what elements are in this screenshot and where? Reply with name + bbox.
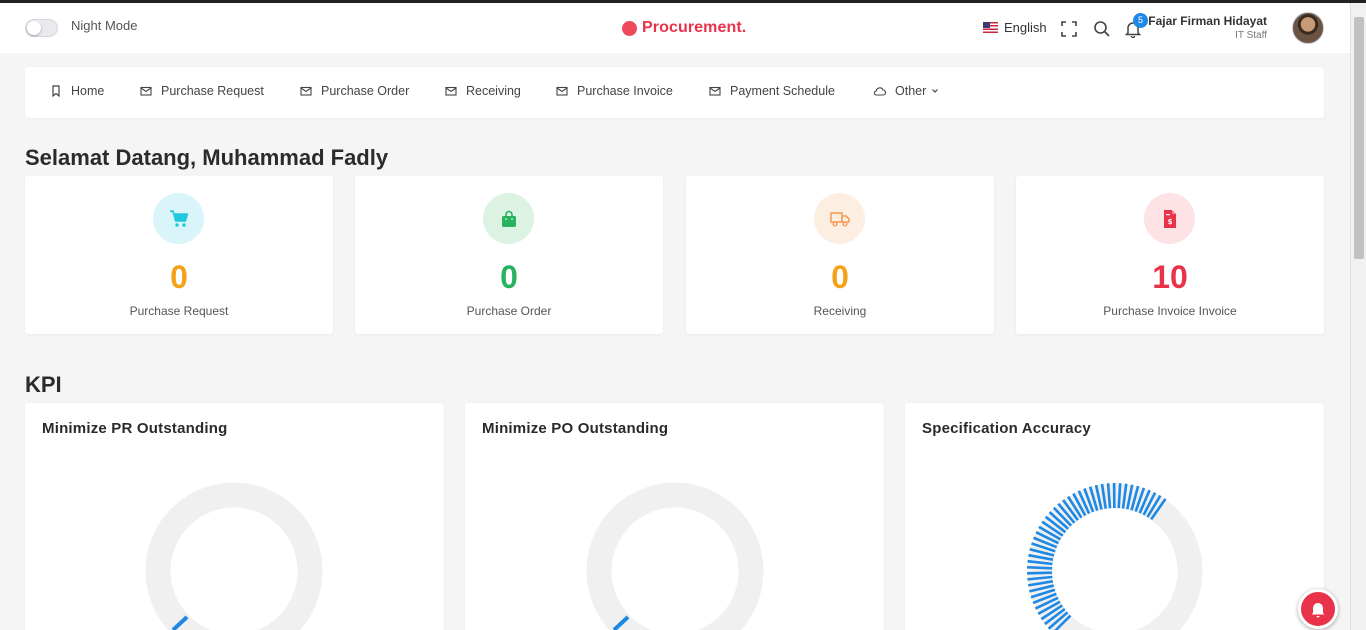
notification-bell-button[interactable] <box>1298 589 1338 629</box>
svg-text:$: $ <box>1167 218 1172 226</box>
fullscreen-icon[interactable] <box>1060 20 1078 38</box>
nav-item-label: Purchase Order <box>321 84 410 98</box>
nav-item-label: Other <box>895 84 927 98</box>
stat-icon-circle <box>153 193 204 244</box>
gauge-segment <box>1026 571 1053 575</box>
brand-dot-icon <box>622 20 637 36</box>
stat-card-purchase-order[interactable]: 0 Purchase Order <box>355 176 663 334</box>
mail-icon <box>300 86 312 96</box>
stat-label: Receiving <box>813 304 867 318</box>
stat-value: 10 <box>1152 259 1188 295</box>
invoice-icon: $ <box>1163 209 1176 228</box>
chevron-down-icon <box>932 89 939 93</box>
stat-icon-circle <box>483 193 534 244</box>
brand-logo[interactable]: Procurement. <box>622 19 746 37</box>
nav-item-label: Purchase Invoice <box>577 84 673 98</box>
nav-item-label: Purchase Request <box>161 84 264 98</box>
kpi-gauge <box>145 482 323 630</box>
night-mode-label: Night Mode <box>71 18 138 33</box>
notification-badge: 5 <box>1133 13 1148 28</box>
stat-label: Purchase Order <box>466 304 552 318</box>
stat-value: 0 <box>170 259 188 295</box>
top-header: Night Mode Procurement. English 5 Fajar … <box>0 3 1350 53</box>
nav-item-label: Home <box>71 84 105 98</box>
night-mode-toggle[interactable] <box>25 19 58 37</box>
bell-icon <box>1311 603 1325 618</box>
page-scrollbar[interactable] <box>1350 3 1366 630</box>
stat-label: Purchase Invoice Invoice <box>1103 304 1237 318</box>
nav-item-receiving[interactable]: Receiving <box>445 84 521 98</box>
nav-item-label: Receiving <box>466 84 521 98</box>
kpi-gauge <box>1026 482 1203 630</box>
mail-icon <box>709 86 721 96</box>
kpi-card-pr-outstanding: Minimize PR Outstanding <box>25 403 444 630</box>
bag-icon <box>501 210 516 227</box>
scrollbar-thumb[interactable] <box>1354 17 1364 259</box>
mail-icon <box>140 86 152 96</box>
toggle-knob <box>27 21 41 35</box>
nav-item-payment-schedule[interactable]: Payment Schedule <box>709 84 835 98</box>
user-name[interactable]: Fajar Firman Hidayat <box>1148 14 1267 28</box>
search-icon[interactable] <box>1093 20 1111 38</box>
kpi-gauge <box>586 482 764 630</box>
nav-item-purchase-invoice[interactable]: Purchase Invoice <box>556 84 673 98</box>
gauge-segment <box>1117 483 1122 509</box>
stat-card-receiving[interactable]: 0 Receiving <box>686 176 994 334</box>
brand-name: Procurement. <box>642 19 747 36</box>
mail-icon <box>445 86 457 96</box>
nav-item-label: Payment Schedule <box>730 84 835 98</box>
stat-icon-circle: $ <box>1144 193 1195 244</box>
stat-label: Purchase Request <box>129 304 229 318</box>
kpi-section-title: KPI <box>25 372 62 397</box>
page-title: Selamat Datang, Muhammad Fadly <box>25 145 389 170</box>
cart-icon <box>169 209 188 227</box>
mail-icon <box>556 86 568 96</box>
stat-card-purchase-request[interactable]: 0 Purchase Request <box>25 176 333 334</box>
cloud-icon <box>873 87 886 96</box>
bookmark-icon <box>52 85 60 97</box>
kpi-card-specification-accuracy: Specification Accuracy <box>905 403 1324 630</box>
nav-item-purchase-request[interactable]: Purchase Request <box>140 84 264 98</box>
us-flag-icon <box>983 22 998 33</box>
language-selector[interactable]: English <box>983 20 1047 35</box>
kpi-card-po-outstanding: Minimize PO Outstanding <box>465 403 884 630</box>
language-label: English <box>1004 20 1047 35</box>
nav-item-other[interactable]: Other <box>873 84 940 98</box>
stat-card-purchase-invoice[interactable]: $ 10 Purchase Invoice Invoice <box>1016 176 1324 334</box>
avatar[interactable] <box>1292 12 1324 44</box>
nav-item-purchase-order[interactable]: Purchase Order <box>300 84 409 98</box>
main-navigation: Home Purchase Request Purchase Order Rec… <box>25 67 1324 118</box>
nav-item-home[interactable]: Home <box>50 84 104 98</box>
user-role: IT Staff <box>1235 30 1267 41</box>
stat-icon-circle <box>814 193 865 244</box>
gauge-segment <box>1027 565 1053 570</box>
stat-value: 0 <box>831 259 849 295</box>
truck-icon <box>829 211 850 227</box>
stat-value: 0 <box>500 259 518 295</box>
